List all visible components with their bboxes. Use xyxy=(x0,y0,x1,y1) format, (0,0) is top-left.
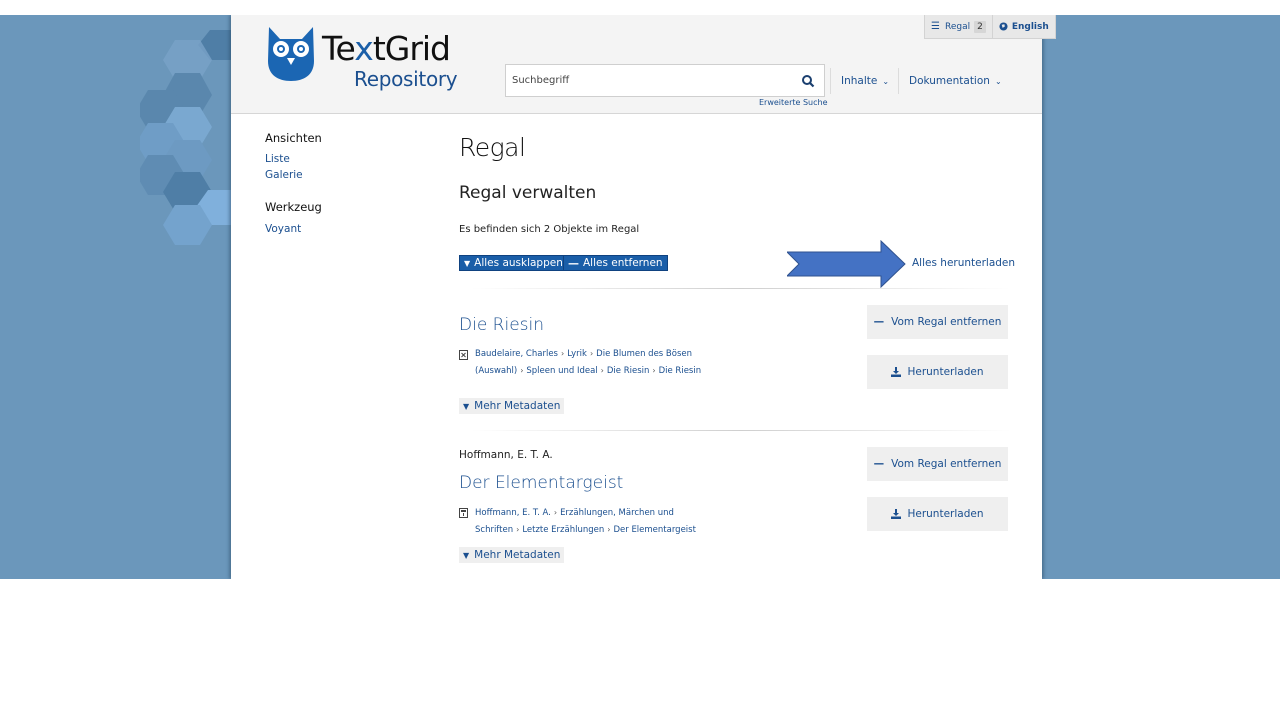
button-label: Vom Regal entfernen xyxy=(891,316,1002,328)
textgrid-logo[interactable]: TextGrid Repository xyxy=(266,25,466,95)
remove-from-regal-button[interactable]: — Vom Regal entfernen xyxy=(867,447,1008,481)
breadcrumb-link[interactable]: Die Riesin xyxy=(607,366,650,376)
divider xyxy=(471,430,1011,431)
item-breadcrumb: Hoffmann, E. T. A. › Erzählungen, Märchen … xyxy=(475,505,725,538)
chevron-right-icon: › xyxy=(589,349,594,358)
button-label: Mehr Metadaten xyxy=(474,549,561,561)
item-title[interactable]: Die Riesin xyxy=(459,315,544,335)
regal-label: Regal xyxy=(944,21,971,32)
breadcrumb-link[interactable]: Lyrik xyxy=(567,349,587,359)
sidebar-link-galerie[interactable]: Galerie xyxy=(265,169,303,181)
button-label: Alles entfernen xyxy=(583,257,663,269)
caret-down-icon: ▼ xyxy=(464,258,471,268)
caret-down-icon: ▼ xyxy=(463,550,470,560)
item-breadcrumb: Baudelaire, Charles › Lyrik › Die Blumen des… xyxy=(475,346,735,379)
sidebar-link-liste[interactable]: Liste xyxy=(265,153,290,165)
minus-icon: — xyxy=(873,458,885,470)
logo-title-part: Te xyxy=(322,29,355,68)
search-input[interactable] xyxy=(506,65,796,96)
search-icon[interactable] xyxy=(801,74,815,88)
search-box xyxy=(505,64,825,97)
nav-label: Dokumentation xyxy=(909,75,990,87)
remove-all-button[interactable]: — Alles entfernen xyxy=(563,255,668,271)
page-title: Regal xyxy=(459,133,526,162)
download-icon xyxy=(891,509,902,519)
button-label: Herunterladen xyxy=(907,366,984,378)
nav-inhalte[interactable]: Inhalte ⌄ xyxy=(830,68,899,94)
more-metadata-button[interactable]: ▼ Mehr Metadaten xyxy=(459,398,565,414)
button-label: Vom Regal entfernen xyxy=(891,458,1002,470)
logo-title: TextGrid xyxy=(322,29,451,68)
divider xyxy=(471,288,1011,289)
breadcrumb-link[interactable]: Baudelaire, Charles xyxy=(475,349,558,359)
browser-page: TextGrid Repository ☰ Regal 2 English Er… xyxy=(231,15,1056,579)
owl-logo-icon xyxy=(268,27,314,81)
minus-icon: — xyxy=(568,256,579,270)
sidebar-link-voyant[interactable]: Voyant xyxy=(265,223,301,235)
sidebar-heading-ansichten: Ansichten xyxy=(265,131,322,145)
button-label: Mehr Metadaten xyxy=(474,400,561,412)
caret-down-icon: ▼ xyxy=(463,401,470,411)
annotation-arrow xyxy=(787,240,906,288)
breadcrumb-link[interactable]: Der Elementargeist xyxy=(613,525,695,535)
top-utility-bar: ☰ Regal 2 English xyxy=(924,15,1056,39)
chevron-right-icon: › xyxy=(560,349,565,358)
document-icon xyxy=(459,350,468,360)
item-author: Hoffmann, E. T. A. xyxy=(459,449,553,461)
nav-dokumentation[interactable]: Dokumentation ⌄ xyxy=(898,68,1012,94)
button-label: Herunterladen xyxy=(907,508,984,520)
chevron-right-icon: › xyxy=(553,508,558,517)
download-all-link[interactable]: Alles herunterladen xyxy=(912,257,1015,269)
site-header: TextGrid Repository ☰ Regal 2 English Er… xyxy=(231,15,1056,114)
chevron-down-icon: ⌄ xyxy=(994,76,1002,86)
logo-title-x: x xyxy=(354,29,374,68)
logo-title-part: tGrid xyxy=(372,29,451,68)
download-icon xyxy=(891,367,902,377)
breadcrumb-link[interactable]: Letzte Erzählungen xyxy=(522,525,604,535)
globe-icon xyxy=(999,22,1008,31)
download-button[interactable]: Herunterladen xyxy=(867,355,1008,389)
button-label: Alles ausklappen xyxy=(474,257,563,269)
regal-count-badge: 2 xyxy=(974,20,986,33)
item-title[interactable]: Der Elementargeist xyxy=(459,473,623,493)
chevron-right-icon: › xyxy=(607,524,611,534)
regal-link[interactable]: ☰ Regal 2 xyxy=(925,15,992,38)
chevron-down-icon: ⌄ xyxy=(882,76,890,86)
remove-from-regal-button[interactable]: — Vom Regal entfernen xyxy=(867,305,1008,339)
logo-subtitle: Repository xyxy=(354,67,458,91)
nav-label: Inhalte xyxy=(841,75,878,87)
more-metadata-button[interactable]: ▼ Mehr Metadaten xyxy=(459,547,565,563)
section-title: Regal verwalten xyxy=(459,183,597,203)
presentation-slide: TextGrid Repository ☰ Regal 2 English Er… xyxy=(0,15,1280,579)
breadcrumb-link[interactable]: Die Riesin xyxy=(659,366,702,376)
chevron-right-icon: › xyxy=(516,524,520,534)
sidebar-heading-werkzeug: Werkzeug xyxy=(265,200,322,214)
language-switch[interactable]: English xyxy=(991,15,1055,38)
advanced-search-link[interactable]: Erweiterte Suche xyxy=(759,98,828,107)
minus-icon: — xyxy=(873,316,885,328)
hexagon-decoration xyxy=(140,30,235,245)
chevron-right-icon: › xyxy=(600,365,604,375)
breadcrumb-link[interactable]: Spleen und Ideal xyxy=(526,366,597,376)
chevron-right-icon: › xyxy=(652,365,656,375)
breadcrumb-link[interactable]: Hoffmann, E. T. A. xyxy=(475,508,551,518)
expand-all-button[interactable]: ▼ Alles ausklappen xyxy=(459,255,568,271)
chevron-right-icon: › xyxy=(520,365,524,375)
object-count-text: Es befinden sich 2 Objekte im Regal xyxy=(459,224,640,235)
language-label: English xyxy=(1011,21,1049,32)
book-icon xyxy=(459,508,468,518)
list-icon: ☰ xyxy=(931,21,940,32)
download-button[interactable]: Herunterladen xyxy=(867,497,1008,531)
